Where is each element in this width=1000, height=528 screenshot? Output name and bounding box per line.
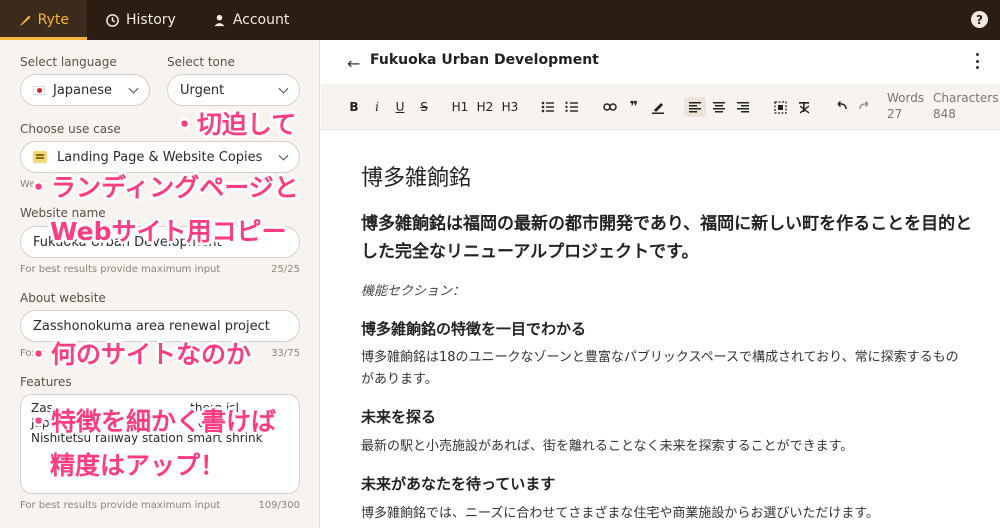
annotation-about: ・何のサイトなのか xyxy=(26,340,252,369)
words-value: 27 xyxy=(887,107,903,121)
align-center-icon[interactable] xyxy=(710,97,728,117)
tab-history[interactable]: History xyxy=(87,0,194,40)
language-value: Japanese xyxy=(53,82,113,98)
chevron-down-icon xyxy=(278,150,289,161)
tone-label: Select tone xyxy=(167,55,235,69)
chevron-down-icon xyxy=(278,83,289,94)
characters-label: Characters xyxy=(933,91,999,105)
annotation-use-case-2: Webサイト用コピー xyxy=(50,217,287,246)
japan-flag-icon xyxy=(33,85,45,95)
more-menu-icon[interactable] xyxy=(976,53,980,69)
h1-button[interactable]: H1 xyxy=(451,97,469,117)
select-all-icon[interactable] xyxy=(771,97,789,117)
website-name-count: 25/25 xyxy=(271,264,300,275)
tab-history-label: History xyxy=(126,12,176,28)
tone-value: Urgent xyxy=(180,82,225,98)
features-hint: For best results provide maximum input xyxy=(20,500,221,511)
italic-button[interactable]: i xyxy=(368,97,386,117)
document-heading: 博多雑餉銘 xyxy=(361,166,472,191)
underline-button[interactable]: U xyxy=(391,97,409,117)
language-label: Select language xyxy=(20,55,117,69)
bullet-list-icon[interactable] xyxy=(539,97,557,117)
h2-button[interactable]: H2 xyxy=(476,97,494,117)
highlight-pen-icon[interactable] xyxy=(649,97,667,117)
align-left-icon[interactable] xyxy=(684,97,706,117)
section-2-body: 最新の駅と小売施設があれば、街を離れることなく未来を探索することができます。 xyxy=(361,439,854,454)
editor-panel: ← Fukuoka Urban Development B i U S H1 H… xyxy=(321,40,1000,528)
about-count: 33/75 xyxy=(271,348,300,359)
top-nav: Ryte History Account ? xyxy=(0,0,1000,40)
section-1-title: 博多雑餉銘の特徴を一目でわかる xyxy=(361,320,587,338)
website-name-hint: For best results provide maximum input xyxy=(20,264,221,275)
use-case-label: Choose use case xyxy=(20,122,121,136)
editor-header: ← Fukuoka Urban Development xyxy=(321,40,1000,84)
features-label: Features xyxy=(20,375,72,389)
characters-value: 848 xyxy=(933,107,956,121)
landing-page-icon xyxy=(33,151,47,163)
clear-format-icon[interactable] xyxy=(795,97,813,117)
use-case-value: Landing Page & Website Copies xyxy=(57,149,263,165)
help-icon[interactable]: ? xyxy=(971,11,988,28)
annotation-features: ・特徴を細かく書けば xyxy=(26,407,277,436)
link-icon[interactable] xyxy=(601,97,619,117)
annotation-tone: ・切迫して xyxy=(172,110,297,139)
editor-toolbar: B i U S H1 H2 H3 ❞ Words 27 Characters 8… xyxy=(321,84,1000,130)
bold-button[interactable]: B xyxy=(345,97,363,117)
annotation-use-case: ・ランディングページと xyxy=(26,173,299,202)
numbered-list-icon[interactable] xyxy=(563,97,581,117)
section-label: 機能セクション： xyxy=(361,284,466,299)
align-right-icon[interactable] xyxy=(734,97,752,117)
h3-button[interactable]: H3 xyxy=(501,97,519,117)
feather-icon xyxy=(19,15,31,26)
features-count: 109/300 xyxy=(258,500,300,511)
chevron-down-icon xyxy=(128,83,139,94)
tab-ryte-label: Ryte xyxy=(37,12,69,28)
tone-select[interactable]: Urgent xyxy=(167,74,300,106)
word-count: Words 27 xyxy=(887,90,924,122)
about-label: About website xyxy=(20,291,106,305)
annotation-features-2: 精度はアップ！ xyxy=(50,451,226,480)
history-icon xyxy=(106,13,119,27)
undo-icon[interactable] xyxy=(832,97,850,117)
user-icon xyxy=(214,14,225,26)
document-title: Fukuoka Urban Development xyxy=(370,52,599,68)
tab-account-label: Account xyxy=(232,12,290,28)
strike-button[interactable]: S xyxy=(415,97,433,117)
character-count: Characters 848 xyxy=(933,90,999,122)
tab-account[interactable]: Account xyxy=(194,0,308,40)
section-1-body: 博多雑餉銘は18のユニークなゾーンと豊富なパブリックスペースで構成されており、常… xyxy=(361,350,959,387)
language-select[interactable]: Japanese xyxy=(20,74,150,106)
quote-icon[interactable]: ❞ xyxy=(625,97,643,117)
tab-ryte[interactable]: Ryte xyxy=(0,0,87,40)
document-lead: 博多雑餉銘は福岡の最新の都市開発であり、福岡に新しい町を作ることを目的とした完全… xyxy=(361,214,973,262)
about-value: Zasshonokuma area renewal project xyxy=(33,318,270,334)
redo-icon[interactable] xyxy=(856,97,874,117)
section-3-body: 博多雑餉銘では、ニーズに合わせてさまざまな住宅や商業施設からお選びいただけます。 xyxy=(361,506,880,521)
section-3-title: 未来があなたを待っています xyxy=(361,475,556,493)
section-2-title: 未来を探る xyxy=(361,408,437,426)
words-label: Words xyxy=(887,91,925,105)
back-arrow-icon[interactable]: ← xyxy=(347,54,360,73)
